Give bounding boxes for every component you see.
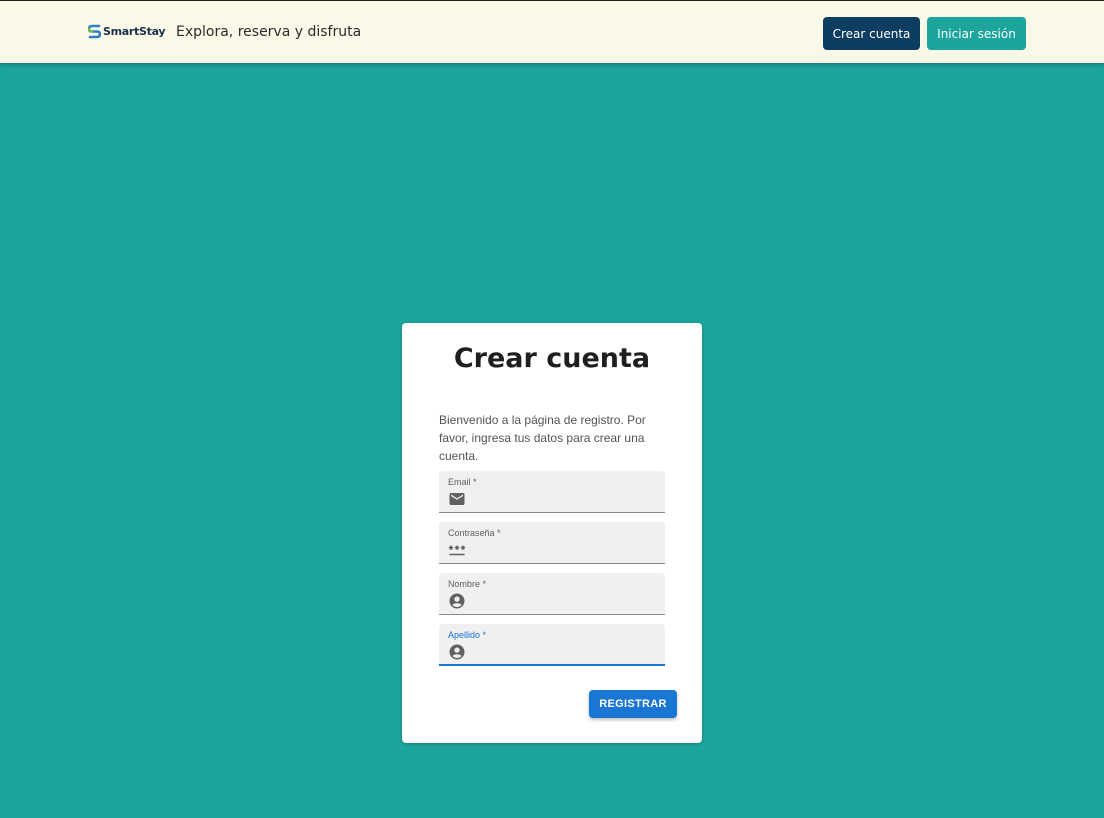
create-account-button[interactable]: Crear cuenta <box>823 17 920 50</box>
password-input[interactable] <box>471 540 657 560</box>
email-input[interactable] <box>471 489 657 509</box>
password-label: Contraseña * <box>448 528 501 538</box>
top-navbar: SmartStay Explora, reserva y disfruta Cr… <box>0 1 1104 63</box>
first-name-field[interactable]: Nombre * <box>439 573 665 615</box>
form-title: Crear cuenta <box>453 343 651 374</box>
mail-icon <box>449 493 465 505</box>
account-circle-icon <box>449 644 465 660</box>
header-tagline: Explora, reserva y disfruta <box>176 24 362 40</box>
email-label: Email * <box>448 477 477 487</box>
register-card: Crear cuenta Bienvenido a la página de r… <box>402 323 702 743</box>
password-field[interactable]: Contraseña * <box>439 522 665 564</box>
smartstay-logo-icon <box>88 24 101 39</box>
first-name-label: Nombre * <box>448 579 487 589</box>
last-name-label: Apellido * <box>448 630 487 640</box>
register-button[interactable]: REGISTRAR <box>589 690 677 718</box>
last-name-input[interactable] <box>471 642 657 662</box>
brand-name: SmartStay <box>103 25 166 38</box>
first-name-input[interactable] <box>471 591 657 611</box>
account-circle-icon <box>449 593 465 609</box>
email-field[interactable]: Email * <box>439 471 665 513</box>
form-description: Bienvenido a la página de registro. Por … <box>439 413 646 463</box>
password-icon <box>448 545 466 556</box>
login-button[interactable]: Iniciar sesión <box>927 17 1026 50</box>
last-name-field[interactable]: Apellido * <box>439 624 665 666</box>
brand-logo[interactable]: SmartStay <box>88 24 166 39</box>
